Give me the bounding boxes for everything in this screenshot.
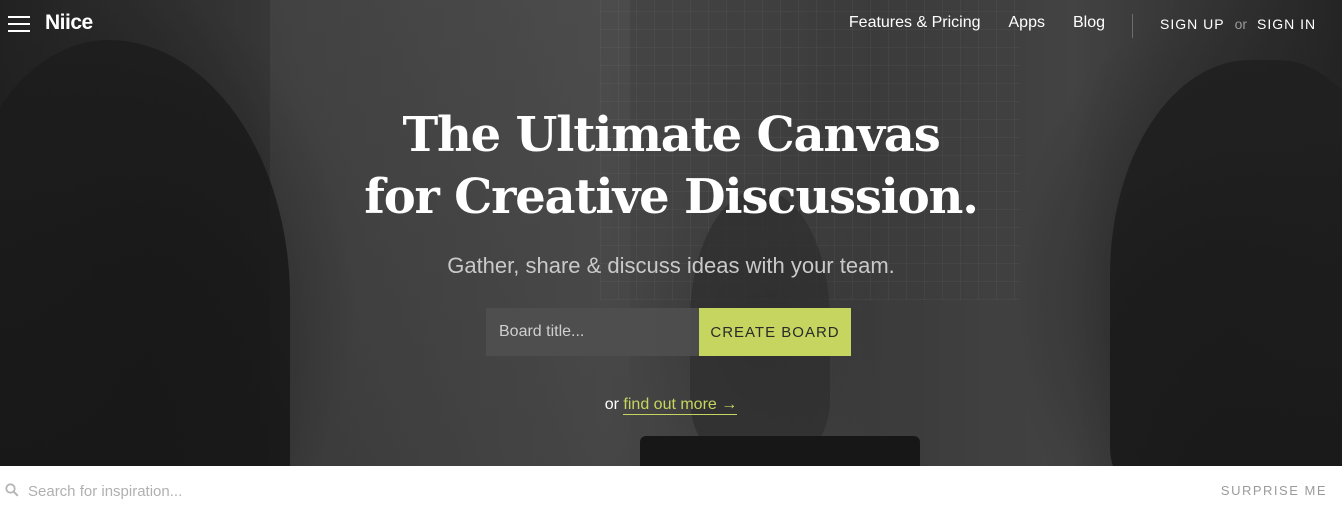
nav-links: Features & Pricing Apps Blog bbox=[849, 14, 1105, 32]
nav-link-features-pricing[interactable]: Features & Pricing bbox=[849, 14, 981, 32]
search-bar: SURPRISE ME bbox=[0, 466, 1342, 514]
hero-section: Niice Features & Pricing Apps Blog SIGN … bbox=[0, 0, 1342, 466]
auth-links: SIGN UP or SIGN IN bbox=[1160, 16, 1316, 32]
subheadline: Gather, share & discuss ideas with your … bbox=[447, 253, 895, 278]
nav-link-apps[interactable]: Apps bbox=[1009, 14, 1045, 32]
nav-divider bbox=[1132, 14, 1133, 38]
logo[interactable]: Niice bbox=[45, 11, 93, 35]
search-icon bbox=[5, 483, 19, 497]
page-title: The Ultimate Canvas for Creative Discuss… bbox=[0, 104, 1342, 228]
board-title-input[interactable] bbox=[486, 308, 699, 356]
sign-in-link[interactable]: SIGN IN bbox=[1257, 16, 1316, 32]
search-input[interactable] bbox=[26, 478, 630, 504]
menu-icon[interactable] bbox=[8, 15, 30, 33]
surprise-me-button[interactable]: SURPRISE ME bbox=[1221, 483, 1327, 498]
create-board-button[interactable]: CREATE BOARD bbox=[699, 308, 851, 356]
find-out-more-prefix: or bbox=[604, 396, 619, 413]
nav-link-blog[interactable]: Blog bbox=[1073, 14, 1105, 32]
top-navigation: Niice Features & Pricing Apps Blog SIGN … bbox=[0, 0, 1342, 50]
headline-line-1: The Ultimate Canvas bbox=[402, 107, 940, 163]
find-out-more-link[interactable]: find out more → bbox=[623, 396, 738, 415]
auth-or-text: or bbox=[1234, 16, 1248, 32]
find-out-more-row: or find out more → bbox=[0, 396, 1342, 415]
create-board-form: CREATE BOARD bbox=[486, 308, 851, 356]
headline-line-2: for Creative Discussion. bbox=[364, 169, 979, 225]
sign-up-link[interactable]: SIGN UP bbox=[1160, 16, 1225, 32]
